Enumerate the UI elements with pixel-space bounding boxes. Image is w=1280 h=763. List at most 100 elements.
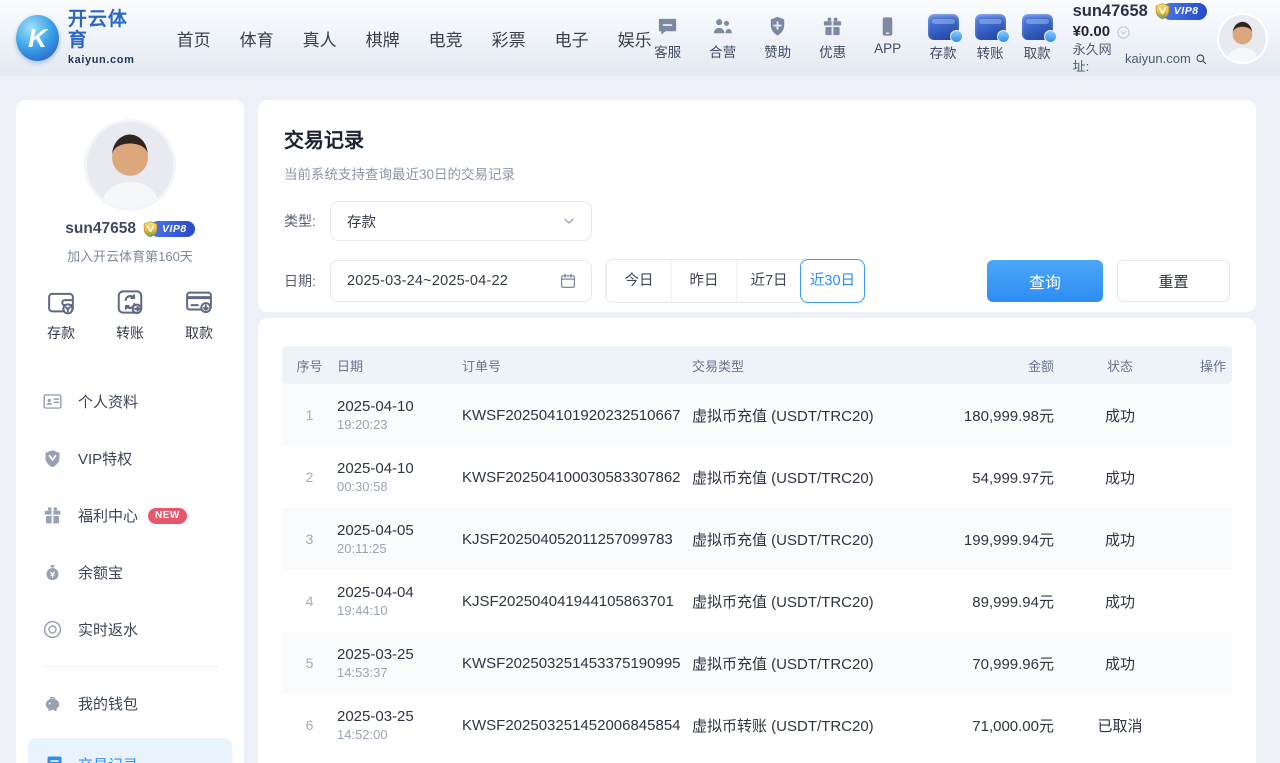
quick-range-button[interactable]: 近30日 (800, 259, 865, 303)
sidebar-item-transactions[interactable]: 交易记录 (28, 738, 232, 763)
sidebar: sun47658 VIP8 加入开云体育第160天 存款 转账 取款 个人资料 … (16, 100, 244, 763)
sidebar-item-my-wallet[interactable]: 我的钱包 (42, 675, 218, 732)
row-date: 2025-03-25 (337, 646, 462, 663)
nav-item[interactable]: 真人 (303, 26, 337, 51)
nav-item[interactable]: 电子 (555, 26, 589, 51)
table-row: 3 2025-04-05 20:11:25 KJSF20250405201125… (282, 508, 1232, 570)
row-amount: 71,000.00元 (907, 694, 1060, 756)
row-amount: 89,999.94元 (907, 570, 1060, 632)
user-info: sun47658 VIP8 ¥0.00 永久网址: kaiyun.com (1073, 1, 1207, 75)
deposit-quick-button[interactable]: 存款 (46, 287, 76, 343)
row-order-number: KJSF202504041944105863701 (462, 570, 692, 632)
promotions-button[interactable]: 优惠 (817, 15, 849, 61)
withdraw-button[interactable]: 取款 (1022, 14, 1053, 62)
sidebar-item-welfare[interactable]: 福利中心 NEW (42, 487, 218, 544)
quick-range-button[interactable]: 近7日 (736, 260, 801, 302)
vip-shield-icon (142, 221, 159, 238)
nav-item[interactable]: 棋牌 (366, 26, 400, 51)
date-range-value: 2025-03-24~2025-04-22 (347, 273, 559, 289)
row-date: 2025-03-25 (337, 708, 462, 725)
partners-icon (711, 15, 734, 38)
search-icon[interactable] (1195, 52, 1207, 66)
row-transaction-type: 虚拟币充值 (USDT/TRC20) (692, 384, 907, 446)
calendar-icon (559, 272, 577, 290)
site-url-label: 永久网址: (1073, 42, 1121, 75)
row-order-number: KWSF202504101920232510667 (462, 384, 692, 446)
row-index: 3 (282, 508, 337, 570)
row-time: 14:52:00 (337, 727, 462, 742)
quick-range-group: 今日昨日近7日近30日 (605, 259, 865, 303)
site-logo[interactable]: K 开云体育 kaiyun.com (16, 10, 143, 66)
table-row: 5 2025-03-25 14:53:37 KWSF20250325145337… (282, 632, 1232, 694)
col-status: 状态 (1060, 346, 1180, 384)
deposit-button[interactable]: 存款 (928, 14, 959, 62)
sidebar-item-profile[interactable]: 个人资料 (42, 373, 218, 430)
nav-item[interactable]: 首页 (177, 26, 211, 51)
utility-group: 客服 合营 赞助 优惠 APP (652, 15, 904, 61)
row-action (1180, 508, 1232, 570)
table-row: 1 2025-04-10 19:20:23 KWSF20250410192023… (282, 384, 1232, 446)
type-select-value: 存款 (347, 211, 561, 232)
sidebar-item-rebate[interactable]: 实时返水 (42, 601, 218, 658)
row-date: 2025-04-04 (337, 584, 462, 601)
phone-icon (876, 15, 899, 38)
sponsor-button[interactable]: 赞助 (762, 15, 794, 61)
row-index: 5 (282, 632, 337, 694)
date-range-input[interactable]: 2025-03-24~2025-04-22 (330, 260, 592, 302)
row-time: 19:44:10 (337, 603, 462, 618)
username: sun47658 (1073, 1, 1148, 22)
transactions-table: 序号 日期 订单号 交易类型 金额 状态 操作 1 2025-04-10 19:… (282, 346, 1232, 756)
nav-item[interactable]: 体育 (240, 26, 274, 51)
filter-panel: 交易记录 当前系统支持查询最近30日的交易记录 类型: 存款 日期: 2025-… (258, 100, 1256, 312)
row-amount: 180,999.98元 (907, 384, 1060, 446)
app-download-button[interactable]: APP (872, 15, 904, 61)
withdraw-quick-button[interactable]: 取款 (184, 287, 214, 343)
row-status: 成功 (1060, 384, 1180, 446)
row-action (1180, 632, 1232, 694)
row-transaction-type: 虚拟币转账 (USDT/TRC20) (692, 694, 907, 756)
row-order-number: KWSF202504100030583307862 (462, 446, 692, 508)
type-select[interactable]: 存款 (330, 201, 592, 241)
transfer-quick-button[interactable]: 转账 (115, 287, 145, 343)
brand-name: 开云体育 (68, 10, 143, 52)
balance: ¥0.00 (1073, 23, 1111, 42)
row-transaction-type: 虚拟币充值 (USDT/TRC20) (692, 446, 907, 508)
row-index: 1 (282, 384, 337, 446)
page-title: 交易记录 (284, 124, 1230, 153)
nav-item[interactable]: 娱乐 (618, 26, 652, 51)
row-order-number: KWSF202503251453375190995 (462, 632, 692, 694)
row-amount: 199,999.94元 (907, 508, 1060, 570)
row-date: 2025-04-10 (337, 398, 462, 415)
search-button[interactable]: 查询 (987, 260, 1103, 302)
refresh-balance-icon[interactable] (1116, 25, 1131, 40)
sidebar-item-yuebao[interactable]: 余额宝 (42, 544, 218, 601)
row-status: 成功 (1060, 570, 1180, 632)
row-time: 20:11:25 (337, 541, 462, 556)
chevron-down-icon (561, 213, 577, 229)
reset-button[interactable]: 重置 (1117, 260, 1230, 302)
money-pot-icon (42, 562, 63, 583)
col-index: 序号 (282, 346, 337, 384)
customer-service-button[interactable]: 客服 (652, 15, 684, 61)
transfer-button[interactable]: 转账 (975, 14, 1006, 62)
quick-range-button[interactable]: 昨日 (671, 260, 736, 302)
new-badge: NEW (148, 508, 187, 524)
profile-avatar[interactable] (87, 122, 173, 208)
nav-item[interactable]: 彩票 (492, 26, 526, 51)
user-avatar[interactable] (1219, 15, 1266, 62)
type-label: 类型: (284, 211, 330, 231)
wallet-group: 存款 转账 取款 (928, 14, 1053, 62)
brand-domain: kaiyun.com (68, 54, 143, 66)
row-amount: 70,999.96元 (907, 632, 1060, 694)
date-label: 日期: (284, 271, 330, 291)
col-type: 交易类型 (692, 346, 907, 384)
profile-username: sun47658 (65, 220, 136, 238)
site-url: kaiyun.com (1125, 51, 1191, 67)
row-action (1180, 570, 1232, 632)
sidebar-item-vip[interactable]: VIP特权 (42, 430, 218, 487)
row-order-number: KWSF202503251452006845854 (462, 694, 692, 756)
nav-item[interactable]: 电竞 (429, 26, 463, 51)
transactions-panel: 序号 日期 订单号 交易类型 金额 状态 操作 1 2025-04-10 19:… (258, 318, 1256, 763)
quick-range-button[interactable]: 今日 (606, 260, 671, 302)
partners-button[interactable]: 合营 (707, 15, 739, 61)
